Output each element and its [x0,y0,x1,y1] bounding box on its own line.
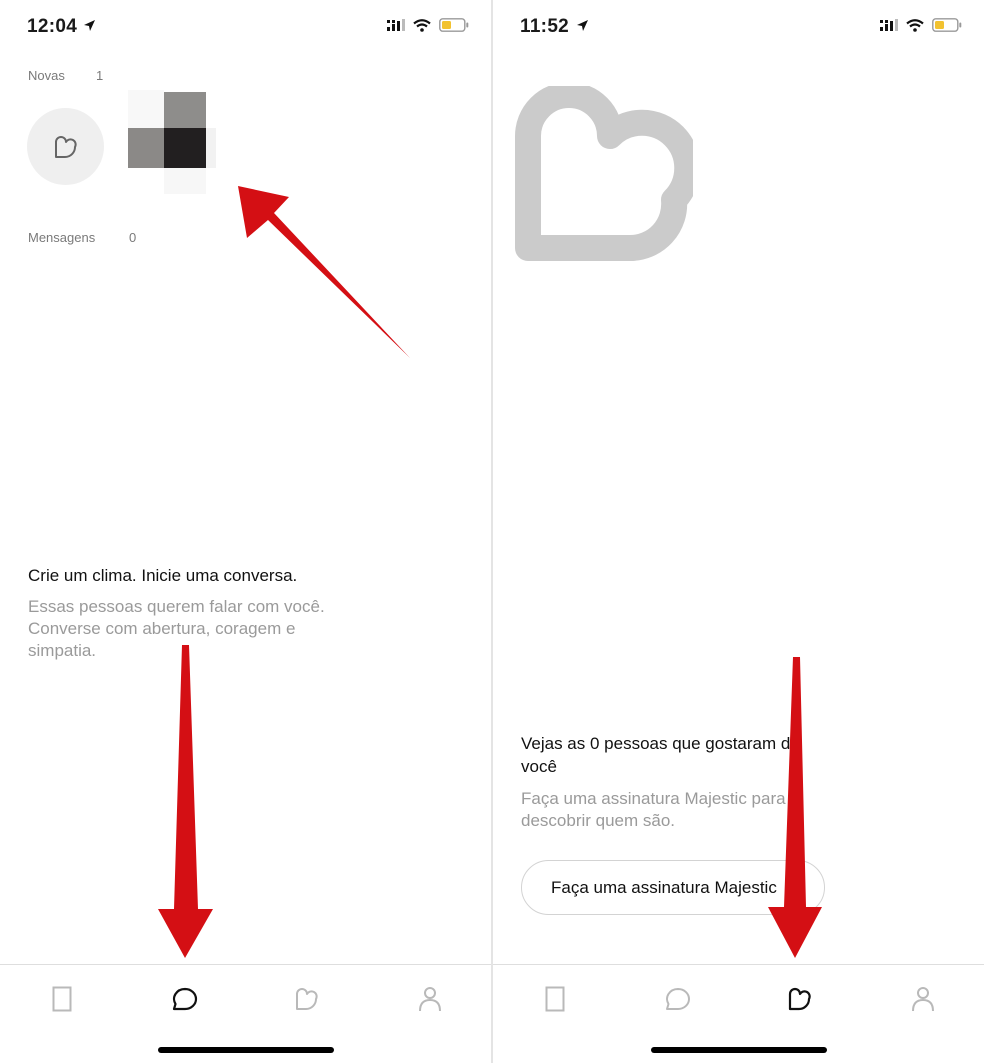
tab-likes[interactable] [287,981,327,1017]
battery-icon [439,18,469,32]
chat-bubble-icon [172,987,198,1011]
tab-discover[interactable] [42,981,82,1017]
status-bar: 12:04 [0,0,491,56]
tab-chat[interactable] [658,981,698,1017]
empty-state-body-line2: Converse com abertura, coragem e [28,619,296,638]
discover-card-icon [52,986,72,1012]
cellular-signal-icon [387,19,405,31]
profile-person-icon [419,987,441,1012]
chat-bubble-icon [666,988,690,1010]
messages-count: 0 [129,230,137,245]
tab-likes[interactable] [780,981,820,1017]
likes-screen: 11:52 Vejas as 0 pessoas que gostaram de… [493,0,984,1063]
status-time: 11:52 [520,16,570,37]
location-arrow-icon [84,20,95,31]
discover-card-icon [545,986,565,1012]
empty-state-body-line3: simpatia. [28,641,97,660]
likes-heart-icon [788,987,811,1011]
cellular-signal-icon [880,19,898,31]
tab-profile[interactable] [410,981,450,1017]
profile-person-icon [912,987,934,1012]
home-indicator [158,1047,334,1053]
new-matches-count: 1 [96,68,104,83]
likes-body-line2: descobrir quem são. [521,811,676,830]
match-avatar-pixelated[interactable] [128,90,220,196]
tab-profile[interactable] [903,981,943,1017]
new-matches-label: Novas [28,68,65,83]
messages-label: Mensagens [28,230,96,245]
wifi-icon [413,18,431,32]
likes-heart-icon [296,988,318,1010]
annotation-arrow-down [158,645,213,958]
wifi-icon [906,18,924,32]
home-indicator [651,1047,827,1053]
battery-icon [932,18,962,32]
annotation-arrow-diagonal [238,186,410,358]
location-arrow-icon [577,20,588,31]
likes-title-line1: Vejas as 0 pessoas que gostaram de [521,734,800,753]
heart-outline-icon [54,135,77,158]
status-time: 12:04 [27,16,78,37]
tab-chat[interactable] [165,981,205,1017]
likes-shortcut-button[interactable] [27,108,104,185]
empty-state-title: Crie um clima. Inicie uma conversa. [28,566,298,585]
subscribe-majestic-button[interactable]: Faça uma assinatura Majestic [521,860,825,915]
chat-screen: 12:04 Novas 1 Mensagens 0 Crie um clima.… [0,0,491,1063]
status-bar: 11:52 [493,0,984,56]
large-heart-icon [515,86,693,262]
likes-title-line2: você [521,757,557,776]
likes-body-line1: Faça uma assinatura Majestic para [521,789,786,808]
empty-state-body-line1: Essas pessoas querem falar com você. [28,597,325,616]
tab-discover[interactable] [535,981,575,1017]
